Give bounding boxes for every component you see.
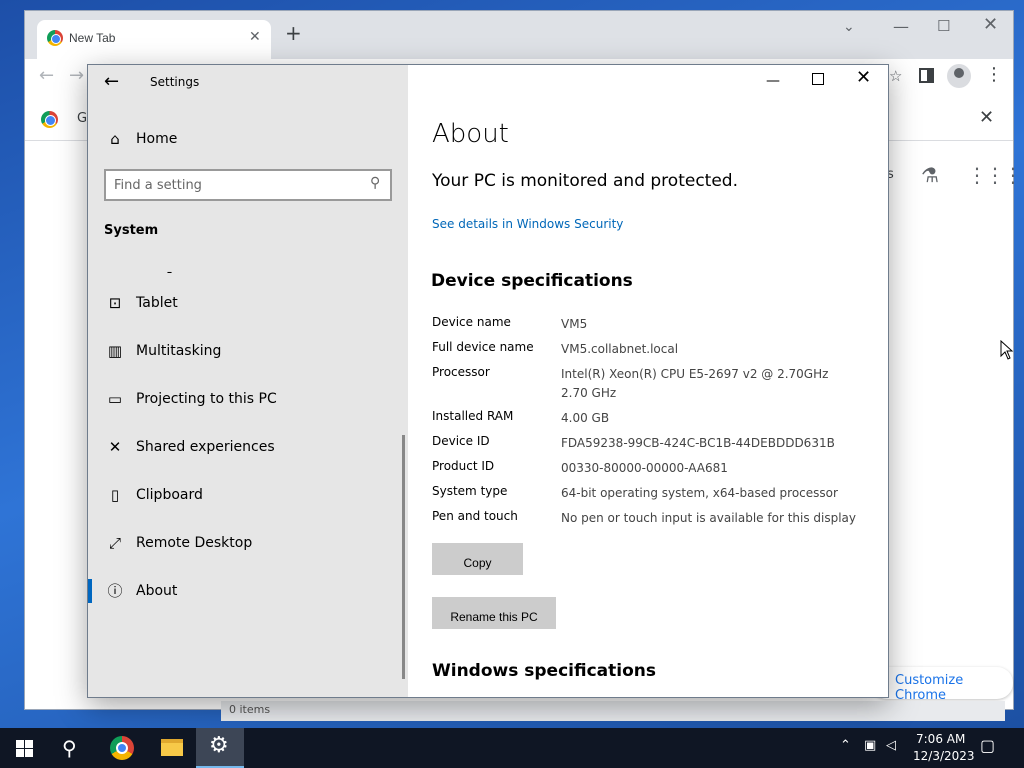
taskbar-settings-button[interactable]: ⚙: [196, 728, 244, 768]
projecting-icon: ▭: [107, 390, 123, 408]
spec-label: Full device name: [432, 340, 534, 354]
sidebar-item-label: Tablet: [136, 295, 178, 311]
chrome-labs-icon[interactable]: ⚗: [921, 163, 939, 187]
home-icon: ⌂: [110, 130, 120, 148]
shared-experiences-icon: ✕: [108, 438, 122, 456]
sidebar-item-about[interactable]: ⓘ About: [88, 569, 408, 613]
settings-close-button[interactable]: ✕: [856, 67, 871, 88]
remote-desktop-icon: ⤢: [108, 534, 121, 552]
clock-date[interactable]: 12/3/2023: [913, 749, 975, 763]
device-specifications-heading: Device specifications: [431, 271, 633, 291]
protection-status: Your PC is monitored and protected.: [432, 171, 738, 191]
sidebar-item-remote-desktop[interactable]: ⤢ Remote Desktop: [88, 521, 408, 565]
spec-label: Product ID: [432, 459, 495, 473]
spec-value: 64-bit operating system, x64-based proce…: [561, 486, 838, 500]
chrome-bookmark-star-icon[interactable]: ☆: [889, 67, 902, 85]
chrome-forward-button[interactable]: →: [69, 65, 84, 86]
clock-time[interactable]: 7:06 AM: [916, 732, 965, 746]
chrome-profile-avatar[interactable]: [947, 64, 971, 88]
clipboard-icon: ▯: [110, 486, 120, 504]
spec-label: Device ID: [432, 434, 490, 448]
sidebar-item-multitasking[interactable]: ▥ Multitasking: [88, 329, 408, 373]
multitasking-icon: ▥: [107, 342, 123, 360]
customize-chrome-button[interactable]: Customize Chrome: [871, 667, 1013, 703]
chrome-back-button[interactable]: ←: [39, 65, 54, 86]
chrome-items-count: 0 items: [229, 703, 271, 716]
chrome-minimize-button[interactable]: —: [893, 17, 909, 36]
chrome-tab-title: New Tab: [69, 31, 116, 45]
chrome-maximize-button[interactable]: ☐: [937, 17, 950, 35]
mouse-cursor-icon: [1000, 340, 1014, 360]
chrome-logo-icon: [41, 111, 58, 128]
notifications-icon[interactable]: ▢: [980, 736, 995, 755]
page-title: About: [432, 119, 509, 149]
chrome-close-button[interactable]: ✕: [983, 14, 998, 35]
spec-value: No pen or touch input is available for t…: [561, 511, 857, 525]
tray-chevron-icon[interactable]: ⌃: [840, 738, 851, 753]
spec-label: Processor: [432, 365, 490, 379]
chrome-favicon-icon: [47, 30, 63, 46]
network-icon[interactable]: ▣: [864, 738, 876, 753]
sidebar-nav-list: ⊡ Tablet ▥ Multitasking ▭ Projecting to this …: [88, 183, 408, 623]
spec-label: Installed RAM: [432, 409, 514, 423]
sidebar-item-label: Multitasking: [136, 343, 222, 359]
spec-value: FDA59238-99CB-424C-BC1B-44DEBDDD631B: [561, 436, 835, 450]
chrome-icon: [110, 736, 134, 760]
info-icon: ⓘ: [107, 582, 123, 600]
spec-value: Intel(R) Xeon(R) CPU E5-2697 v2 @ 2.70GH…: [561, 367, 829, 400]
sidebar-item-label: About: [136, 583, 178, 599]
chrome-infobar-close-icon[interactable]: ✕: [979, 107, 994, 128]
sidebar-item-projecting-to-this-pc[interactable]: ▭ Projecting to this PC: [88, 377, 408, 421]
chrome-tab-close-icon[interactable]: ✕: [249, 29, 261, 45]
chrome-tab-search-icon[interactable]: ⌄: [843, 19, 855, 35]
chrome-side-panel-icon[interactable]: [919, 68, 934, 83]
spec-label: Device name: [432, 315, 511, 329]
spec-value: VM5.collabnet.local: [561, 342, 679, 356]
chrome-new-tab-button[interactable]: +: [285, 23, 302, 43]
spec-label: Pen and touch: [432, 509, 518, 523]
settings-window: ← Settings ⌂ Home ⚲ System ˍ ⊡Tablet▥Mul…: [87, 64, 889, 698]
sidebar-item-home[interactable]: ⌂ Home: [88, 121, 408, 157]
start-button[interactable]: [0, 728, 48, 768]
chrome-tab-new-tab[interactable]: New Tab ✕: [37, 20, 271, 59]
sidebar-scrollbar[interactable]: [402, 435, 405, 679]
rename-pc-button[interactable]: Rename this PC: [432, 597, 556, 629]
chrome-apps-grid-icon[interactable]: ⋮⋮⋮: [967, 163, 1023, 187]
taskbar-search-icon[interactable]: ⚲: [48, 728, 96, 768]
windows-specifications-heading: Windows specifications: [432, 661, 656, 681]
folder-icon: [161, 739, 183, 756]
sidebar-item-tablet[interactable]: ⊡ Tablet: [88, 281, 408, 325]
windows-security-link[interactable]: See details in Windows Security: [432, 217, 623, 231]
back-arrow-icon[interactable]: ←: [104, 71, 119, 92]
sidebar-item-label: Remote Desktop: [136, 535, 253, 551]
volume-muted-icon[interactable]: ◁: [886, 738, 896, 753]
taskbar-chrome-button[interactable]: [98, 728, 146, 768]
windows-logo-icon: [16, 740, 33, 757]
settings-maximize-button[interactable]: [812, 73, 824, 85]
sidebar-item-label: Home: [136, 131, 178, 147]
taskbar-file-explorer-button[interactable]: [148, 728, 196, 768]
settings-app-title: Settings: [150, 75, 200, 89]
sidebar-item-shared-experiences[interactable]: ✕ Shared experiences: [88, 425, 408, 469]
sidebar-item-label: Clipboard: [136, 487, 203, 503]
spec-value: 4.00 GB: [561, 411, 610, 425]
settings-sidebar: ← Settings ⌂ Home ⚲ System ˍ ⊡Tablet▥Mul…: [88, 65, 408, 697]
taskbar: ⚲ ⚙ ⌃ ▣ ◁ 7:06 AM 12/3/2023 ▢: [0, 728, 1024, 768]
chrome-download-strip: 0 items: [221, 701, 1005, 721]
sidebar-item-label: Shared experiences: [136, 439, 275, 455]
spec-label: System type: [432, 484, 508, 498]
spec-value: 00330-80000-00000-AA681: [561, 461, 728, 475]
chrome-menu-icon[interactable]: ⋮: [985, 64, 1003, 85]
tablet-icon: ⊡: [108, 294, 122, 312]
copy-button[interactable]: Copy: [432, 543, 523, 575]
settings-minimize-button[interactable]: —: [766, 73, 780, 89]
chrome-tab-strip: New Tab ✕ + ⌄ — ☐ ✕: [25, 11, 1013, 59]
sidebar-item-clipboard[interactable]: ▯ Clipboard: [88, 473, 408, 517]
sidebar-item-label: Projecting to this PC: [136, 391, 277, 407]
spec-value: VM5: [561, 317, 588, 331]
gear-icon: ⚙: [209, 733, 229, 758]
